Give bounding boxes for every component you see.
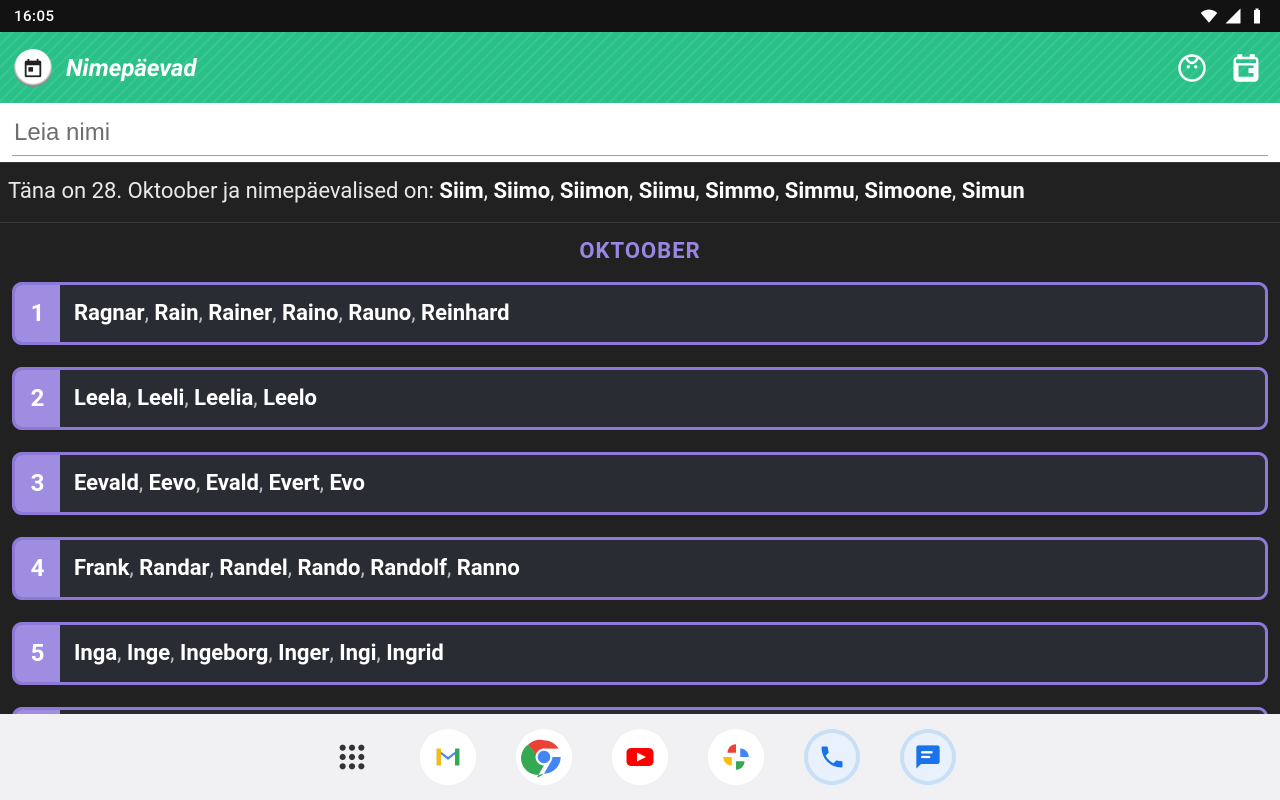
youtube-app[interactable] bbox=[612, 729, 668, 785]
name: Ingi bbox=[339, 641, 376, 666]
month-heading: OKTOOBER bbox=[12, 223, 1268, 282]
phone-app[interactable] bbox=[804, 729, 860, 785]
cellular-icon bbox=[1224, 7, 1242, 25]
search-container bbox=[0, 103, 1280, 162]
day-names: Frank, Randar, Randel, Rando, Randolf, R… bbox=[60, 540, 1265, 597]
today-names: Siim, Siimo, Siimon, Siimu, Simmo, Simmu… bbox=[439, 179, 1024, 204]
apps-grid-icon bbox=[336, 741, 368, 773]
name: Ingeborg bbox=[180, 641, 268, 666]
name: Randolf bbox=[370, 556, 447, 581]
gmail-app[interactable] bbox=[420, 729, 476, 785]
photos-app[interactable] bbox=[708, 729, 764, 785]
name: Inger bbox=[278, 641, 329, 666]
name: Randel bbox=[219, 556, 287, 581]
app-title: Nimepäevad bbox=[66, 54, 196, 82]
battery-icon bbox=[1248, 7, 1266, 25]
day-row[interactable]: 2Leela, Leeli, Leelia, Leelo bbox=[12, 367, 1268, 430]
chrome-app[interactable] bbox=[516, 729, 572, 785]
day-row[interactable]: 5Inga, Inge, Ingeborg, Inger, Ingi, Ingr… bbox=[12, 622, 1268, 685]
today-name: Siimu bbox=[639, 179, 696, 204]
android-status-bar: 16:05 bbox=[0, 0, 1280, 32]
today-name: Siim bbox=[439, 179, 483, 204]
name: Leelo bbox=[263, 386, 317, 411]
name: Rain bbox=[154, 301, 198, 326]
day-names: Leela, Leeli, Leelia, Leelo bbox=[60, 370, 1265, 427]
name: Eevo bbox=[149, 471, 196, 496]
name: Rainer bbox=[208, 301, 272, 326]
day-names: Eevald, Eevo, Evald, Evert, Evo bbox=[60, 455, 1265, 512]
today-name: Simmo bbox=[705, 179, 775, 204]
name: Raino bbox=[282, 301, 338, 326]
photos-icon bbox=[719, 740, 753, 774]
gmail-icon bbox=[431, 740, 465, 774]
today-name: Siimon bbox=[560, 179, 629, 204]
today-banner: Täna on 28. Oktoober ja nimepäevalised o… bbox=[0, 162, 1280, 223]
name: Rauno bbox=[348, 301, 411, 326]
name: Ranno bbox=[457, 556, 520, 581]
chrome-icon bbox=[519, 732, 569, 782]
name: Evald bbox=[206, 471, 259, 496]
day-number: 2 bbox=[15, 370, 60, 427]
name: Inga bbox=[74, 641, 117, 666]
search-input[interactable] bbox=[12, 113, 1268, 156]
name: Evo bbox=[329, 471, 365, 496]
profile-button[interactable] bbox=[1172, 48, 1212, 88]
day-row[interactable]: 1Ragnar, Rain, Rainer, Raino, Rauno, Rei… bbox=[12, 282, 1268, 345]
name: Ragnar bbox=[74, 301, 145, 326]
phone-icon bbox=[818, 743, 846, 771]
today-name: Siimo bbox=[493, 179, 550, 204]
messages-app[interactable] bbox=[900, 729, 956, 785]
day-names: Inga, Inge, Ingeborg, Inger, Ingi, Ingri… bbox=[60, 625, 1265, 682]
day-number: 1 bbox=[15, 285, 60, 342]
name: Ingrid bbox=[386, 641, 444, 666]
name: Reinhard bbox=[421, 301, 509, 326]
today-name: Simoone bbox=[864, 179, 951, 204]
name: Frank bbox=[74, 556, 129, 581]
day-row[interactable]: 3Eevald, Eevo, Evald, Evert, Evo bbox=[12, 452, 1268, 515]
name: Rando bbox=[297, 556, 360, 581]
today-name: Simmu bbox=[785, 179, 855, 204]
name: Leeli bbox=[137, 386, 184, 411]
calendar-icon bbox=[1231, 53, 1261, 83]
name: Randar bbox=[139, 556, 209, 581]
face-icon bbox=[1177, 53, 1207, 83]
youtube-icon bbox=[622, 739, 658, 775]
messages-icon bbox=[914, 743, 942, 771]
today-prefix: Täna on 28. Oktoober ja nimepäevalised o… bbox=[8, 179, 439, 204]
all-apps-button[interactable] bbox=[324, 729, 380, 785]
name: Leelia bbox=[194, 386, 253, 411]
name: Leela bbox=[74, 386, 127, 411]
wifi-icon bbox=[1200, 7, 1218, 25]
day-row[interactable]: 4Frank, Randar, Randel, Rando, Randolf, … bbox=[12, 537, 1268, 600]
android-taskbar bbox=[0, 714, 1280, 800]
day-number: 5 bbox=[15, 625, 60, 682]
name: Inge bbox=[127, 641, 170, 666]
status-time: 16:05 bbox=[14, 7, 55, 25]
app-bar: Nimepäevad bbox=[0, 32, 1280, 103]
name: Evert bbox=[269, 471, 320, 496]
calendar-button[interactable] bbox=[1226, 48, 1266, 88]
day-names: Ragnar, Rain, Rainer, Raino, Rauno, Rein… bbox=[60, 285, 1265, 342]
name: Eevald bbox=[74, 471, 139, 496]
day-number: 4 bbox=[15, 540, 60, 597]
app-logo-icon bbox=[14, 49, 52, 87]
day-number: 3 bbox=[15, 455, 60, 512]
today-name: Simun bbox=[962, 179, 1025, 204]
